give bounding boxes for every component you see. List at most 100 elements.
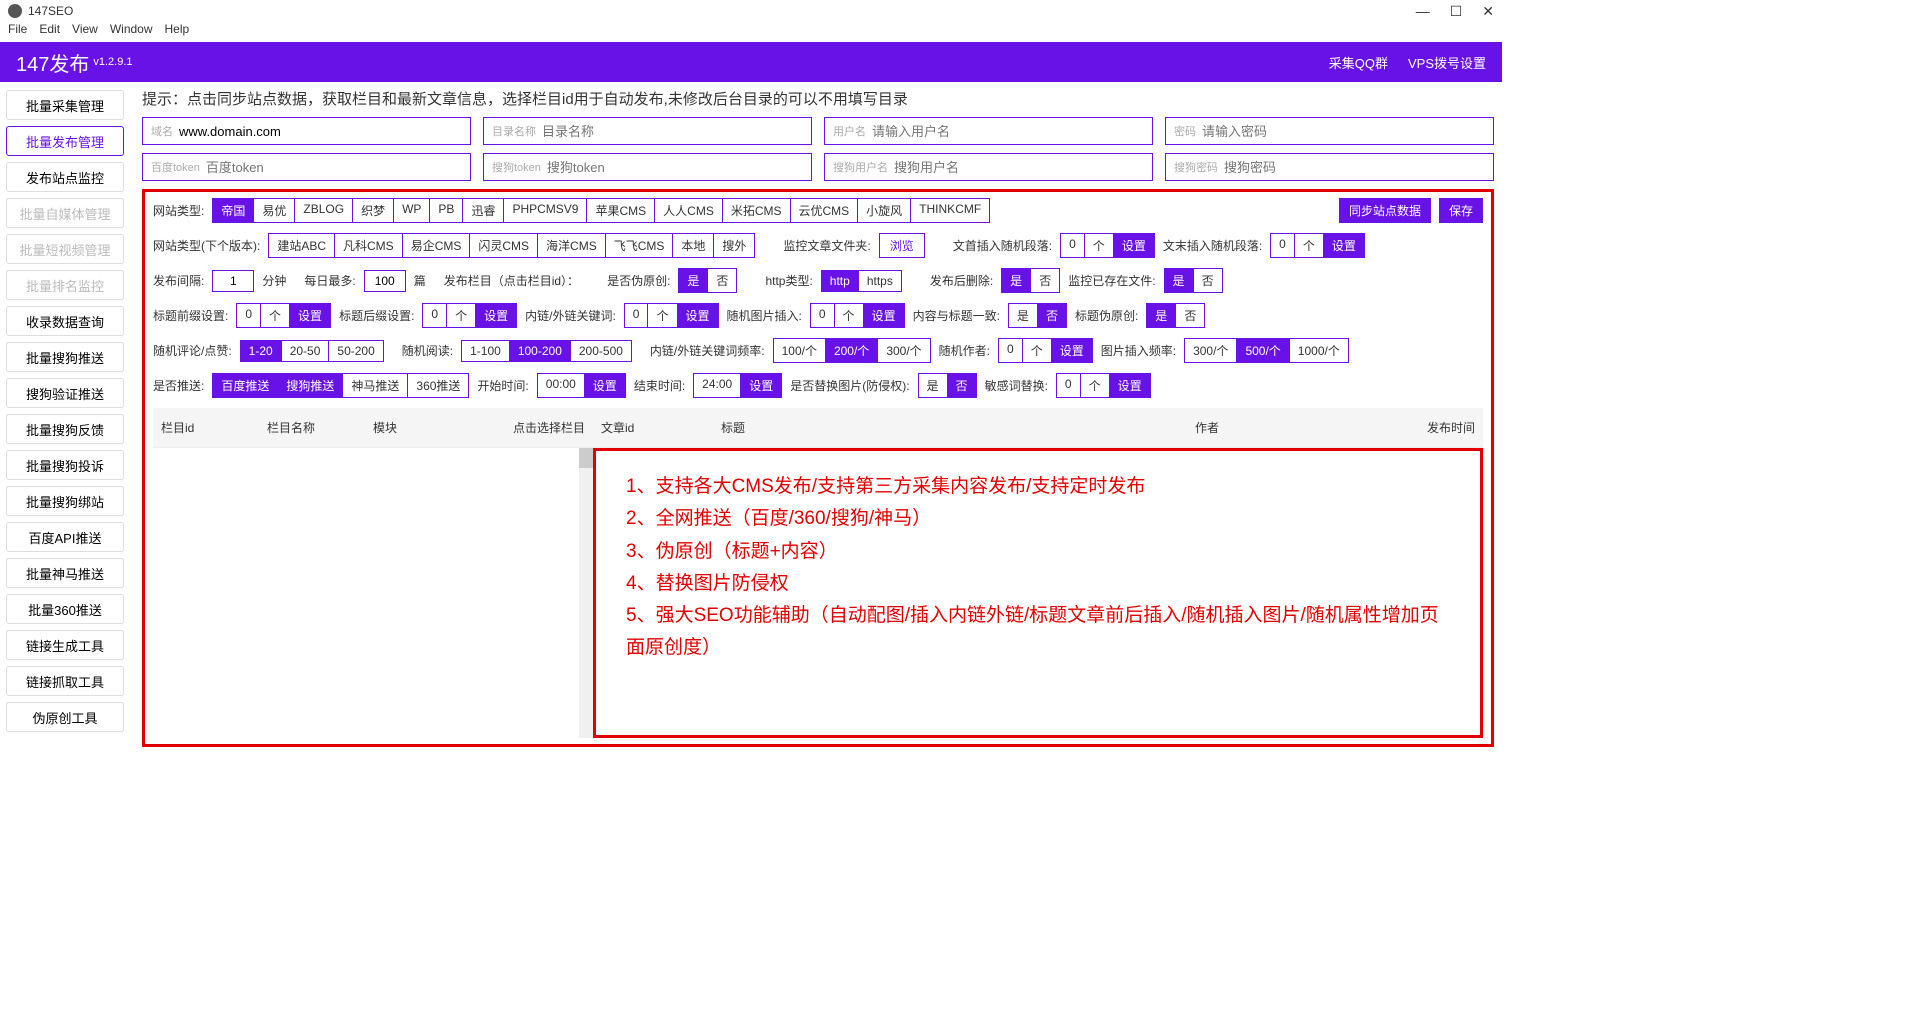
sitetypesnext-opt[interactable]: 飞飞CMS <box>606 233 674 258</box>
set-start[interactable]: 设置 <box>585 373 626 398</box>
sidebar-item[interactable]: 链接抓取工具 <box>6 666 124 696</box>
del-no[interactable]: 否 <box>1031 268 1060 293</box>
repl-no[interactable]: 否 <box>948 373 977 398</box>
sitetypes-opt[interactable]: PHPCMSV9 <box>504 198 587 223</box>
interval-input[interactable] <box>212 270 254 292</box>
sidebar-item[interactable]: 链接生成工具 <box>6 630 124 660</box>
browse-button[interactable]: 浏览 <box>879 233 925 258</box>
sync-button[interactable]: 同步站点数据 <box>1339 198 1431 223</box>
del-yes[interactable]: 是 <box>1001 268 1031 293</box>
readopts-opt[interactable]: 200-500 <box>571 340 632 362</box>
pushopts-opt[interactable]: 搜狗推送 <box>278 373 343 398</box>
sidebar-item[interactable]: 伪原创工具 <box>6 702 124 732</box>
set-titlepre[interactable]: 设置 <box>290 303 331 328</box>
sidebar-item[interactable]: 批量搜狗推送 <box>6 342 124 372</box>
sidebar-item[interactable]: 批量搜狗反馈 <box>6 414 124 444</box>
set-headrand[interactable]: 设置 <box>1114 233 1155 258</box>
sidebar-item[interactable]: 批量自媒体管理 <box>6 198 124 228</box>
commentopts-opt[interactable]: 20-50 <box>282 340 330 362</box>
sitetypes-opt[interactable]: 人人CMS <box>655 198 723 223</box>
exist-yes[interactable]: 是 <box>1164 268 1194 293</box>
set-randimg[interactable]: 设置 <box>864 303 905 328</box>
sguser-input[interactable] <box>894 160 1144 175</box>
sitetypesnext-opt[interactable]: 搜外 <box>714 233 755 258</box>
sitetypesnext-opt[interactable]: 本地 <box>673 233 714 258</box>
bdtoken-input[interactable] <box>206 160 462 175</box>
commentopts-opt[interactable]: 50-200 <box>329 340 383 362</box>
readopts-opt[interactable]: 1-100 <box>461 340 510 362</box>
set-end[interactable]: 设置 <box>741 373 782 398</box>
linkfreqopts-opt[interactable]: 200/个 <box>826 338 878 363</box>
sidebar-item[interactable]: 发布站点监控 <box>6 162 124 192</box>
set-linkkw[interactable]: 设置 <box>678 303 719 328</box>
sidebar-item[interactable]: 批量采集管理 <box>6 90 124 120</box>
header-link-qq[interactable]: 采集QQ群 <box>1329 53 1388 72</box>
sitetypes-opt[interactable]: ZBLOG <box>295 198 353 223</box>
repl-yes[interactable]: 是 <box>918 373 948 398</box>
sidebar-item[interactable]: 批量搜狗绑站 <box>6 486 124 516</box>
sitetypes-opt[interactable]: 迅睿 <box>463 198 504 223</box>
maximize-icon[interactable]: ☐ <box>1450 3 1463 20</box>
readopts-opt[interactable]: 100-200 <box>510 340 571 362</box>
pass-input[interactable] <box>1202 124 1485 139</box>
sitetypesnext-opt[interactable]: 易企CMS <box>403 233 471 258</box>
set-titlesuf[interactable]: 设置 <box>476 303 517 328</box>
save-button[interactable]: 保存 <box>1439 198 1483 223</box>
close-icon[interactable]: ✕ <box>1482 3 1494 20</box>
set-sens[interactable]: 设置 <box>1110 373 1151 398</box>
sidebar-item[interactable]: 批量排名监控 <box>6 270 124 300</box>
sitetypes-opt[interactable]: 织梦 <box>353 198 394 223</box>
header-link-vps[interactable]: VPS拨号设置 <box>1408 53 1486 72</box>
sitetypes-opt[interactable]: THINKCMF <box>911 198 990 223</box>
linkfreqopts-opt[interactable]: 300/个 <box>878 338 930 363</box>
same-yes[interactable]: 是 <box>1008 303 1038 328</box>
scroll-thumb[interactable] <box>579 448 593 468</box>
domain-input[interactable] <box>179 124 462 139</box>
dir-field[interactable]: 目录名称 <box>483 117 812 145</box>
sitetypes-opt[interactable]: PB <box>430 198 463 223</box>
sgpass-field[interactable]: 搜狗密码 <box>1165 153 1494 181</box>
sgtoken-field[interactable]: 搜狗token <box>483 153 812 181</box>
sguser-field[interactable]: 搜狗用户名 <box>824 153 1153 181</box>
https-opt[interactable]: https <box>859 270 902 292</box>
linkfreqopts-opt[interactable]: 100/个 <box>773 338 826 363</box>
domain-field[interactable]: 域名 <box>142 117 471 145</box>
sitetypesnext-opt[interactable]: 建站ABC <box>268 233 335 258</box>
menu-window[interactable]: Window <box>110 22 153 42</box>
tp-no[interactable]: 否 <box>1176 303 1205 328</box>
imgfreqopts-opt[interactable]: 500/个 <box>1237 338 1289 363</box>
sidebar-item[interactable]: 百度API推送 <box>6 522 124 552</box>
sidebar-item[interactable]: 搜狗验证推送 <box>6 378 124 408</box>
sidebar-item[interactable]: 收录数据查询 <box>6 306 124 336</box>
menu-view[interactable]: View <box>72 22 98 42</box>
imgfreqopts-opt[interactable]: 1000/个 <box>1290 338 1349 363</box>
commentopts-opt[interactable]: 1-20 <box>240 340 282 362</box>
sitetypesnext-opt[interactable]: 闪灵CMS <box>470 233 538 258</box>
user-field[interactable]: 用户名 <box>824 117 1153 145</box>
sitetypes-opt[interactable]: 苹果CMS <box>587 198 655 223</box>
sitetypes-opt[interactable]: 小旋风 <box>858 198 911 223</box>
menu-help[interactable]: Help <box>165 22 190 42</box>
minimize-icon[interactable]: — <box>1416 3 1430 20</box>
pushopts-opt[interactable]: 神马推送 <box>343 373 408 398</box>
http-opt[interactable]: http <box>821 270 859 292</box>
sgpass-input[interactable] <box>1224 160 1485 175</box>
tp-yes[interactable]: 是 <box>1146 303 1176 328</box>
set-randauthor[interactable]: 设置 <box>1052 338 1093 363</box>
imgfreqopts-opt[interactable]: 300/个 <box>1184 338 1237 363</box>
sitetypes-opt[interactable]: WP <box>394 198 430 223</box>
sidebar-item[interactable]: 批量发布管理 <box>6 126 124 156</box>
pass-field[interactable]: 密码 <box>1165 117 1494 145</box>
pseudo-no[interactable]: 否 <box>708 268 737 293</box>
pseudo-yes[interactable]: 是 <box>678 268 708 293</box>
sidebar-item[interactable]: 批量360推送 <box>6 594 124 624</box>
pushopts-opt[interactable]: 360推送 <box>408 373 469 398</box>
sitetypes-opt[interactable]: 易优 <box>254 198 295 223</box>
sitetypes-opt[interactable]: 帝国 <box>212 198 254 223</box>
set-tailrand[interactable]: 设置 <box>1324 233 1365 258</box>
same-no[interactable]: 否 <box>1038 303 1067 328</box>
sidebar-item[interactable]: 批量神马推送 <box>6 558 124 588</box>
user-input[interactable] <box>872 124 1144 139</box>
perday-input[interactable] <box>364 270 406 292</box>
sgtoken-input[interactable] <box>547 160 803 175</box>
